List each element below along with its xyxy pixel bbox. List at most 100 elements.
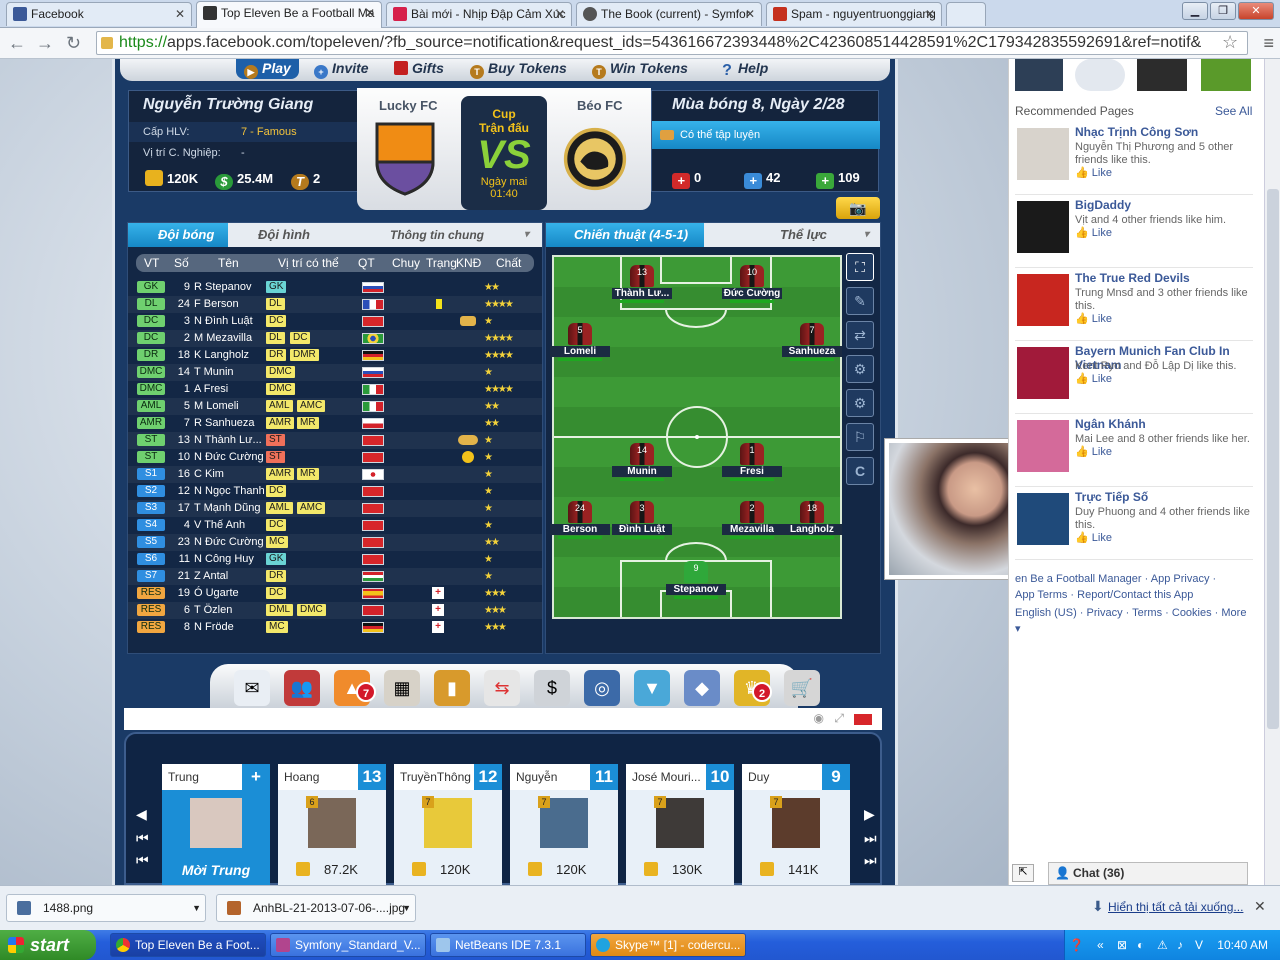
table-row[interactable]: DMC 1 A Fresi DMC ★★★★ [128, 381, 542, 398]
play-button[interactable]: ▶ Play [236, 59, 299, 79]
soccer-city-thumb[interactable] [1201, 59, 1251, 91]
table-row[interactable]: ST 13 N Thành Lư... ST ★ [128, 432, 542, 449]
recommended-page[interactable]: Nhạc Trịnh Công Sơn Nguyễn Thị Phương and… [1015, 122, 1253, 195]
minimize-icon[interactable]: ▁ [1182, 2, 1208, 20]
header-positions[interactable]: Vị trí có thể [278, 254, 339, 272]
player-name[interactable]: N Thành Lư... [194, 432, 264, 449]
mentality-tool-button[interactable]: ⚐ [846, 423, 874, 451]
table-row[interactable]: RES 19 Ó Ugarte DC + ★★★ [128, 585, 542, 602]
table-row[interactable]: S6 11 N Công Huy GK ★ [128, 551, 542, 568]
chevron-down-icon[interactable]: ▾ [864, 223, 869, 247]
reload-icon[interactable]: ↻ [66, 32, 81, 54]
chevron-down-icon[interactable]: ▼ [402, 895, 411, 921]
table-row[interactable]: S4 4 V Thế Anh DC ★ [128, 517, 542, 534]
friend-card[interactable]: Duy 9 7 141K [742, 764, 850, 887]
player-name[interactable]: V Thế Anh [194, 517, 264, 534]
tab-lineup[interactable]: Đội hình [234, 223, 310, 247]
pitch-player[interactable]: 2 Mezavilla [722, 501, 782, 539]
table-row[interactable]: DC 2 M Mezavilla DL DC ★★★★ [128, 330, 542, 347]
mail-icon[interactable]: ✉ [234, 670, 270, 706]
see-all-link[interactable]: See All [1215, 104, 1252, 118]
add-friend-icon[interactable]: + [242, 764, 270, 790]
vietnam-flag-icon[interactable] [854, 714, 872, 725]
recommended-page[interactable]: The True Red Devils Trung Mnsđ and 3 othe… [1015, 268, 1253, 341]
like-button[interactable]: 👍 Like [1075, 313, 1112, 325]
pitch-player[interactable]: 1 Fresi [722, 443, 782, 481]
first-icon[interactable]: ⏮ [136, 830, 149, 847]
header-status[interactable]: Trạng [426, 254, 457, 272]
table-row[interactable]: DL 24 F Berson DL ★★★★ [128, 296, 542, 313]
like-button[interactable]: 👍 Like [1075, 446, 1112, 458]
taskbar-item-netbeans[interactable]: NetBeans IDE 7.3.1 [430, 933, 586, 957]
page-avatar[interactable] [1017, 493, 1069, 545]
player-name[interactable]: A Fresi [194, 381, 264, 398]
table-row[interactable]: GK 9 R Stepanov GK ★★ [128, 279, 542, 296]
browser-tab-symfony[interactable]: The Book (current) - Symfor ✕ [576, 2, 762, 26]
finance-icon[interactable]: $ [534, 670, 570, 706]
tab-team[interactable]: Đội bóng [128, 223, 228, 247]
footer-line-3[interactable]: English (US) · Privacy · Terms · Cookies… [1015, 605, 1255, 637]
header-num[interactable]: Số [174, 254, 189, 272]
like-button[interactable]: 👍 Like [1075, 227, 1112, 239]
like-button[interactable]: 👍 Like [1075, 167, 1112, 179]
header-name[interactable]: Tên [218, 254, 239, 272]
pitch-player[interactable]: 24 Berson [550, 501, 610, 539]
captain-tool-button[interactable]: C [846, 457, 874, 485]
eye-icon[interactable]: ◉ [814, 711, 824, 725]
page-name[interactable]: The True Red Devils [1075, 271, 1190, 285]
camera-button[interactable]: 📷 [836, 197, 880, 219]
formation-tool-button[interactable]: ⛶ [846, 253, 874, 281]
close-icon[interactable]: ✕ [1254, 898, 1266, 915]
player-name[interactable]: N Đức Cường [194, 449, 264, 466]
player-name[interactable]: N Fröde [194, 619, 264, 636]
player-name[interactable]: T Munin [194, 364, 264, 381]
header-quality[interactable]: Chất [496, 254, 521, 272]
invite-button[interactable]: + Invite [314, 59, 369, 79]
page-name[interactable]: Trực Tiếp Số [1075, 490, 1148, 504]
taskbar-item-chrome[interactable]: Top Eleven Be a Foot... [110, 933, 266, 957]
next-icon[interactable]: ▶ [864, 806, 875, 823]
shop-icon[interactable]: 🛒 [784, 670, 820, 706]
chevron-down-icon[interactable]: ▾ [524, 223, 529, 247]
close-window-icon[interactable]: ✕ [1238, 2, 1274, 20]
kit-icon[interactable]: ▼ [634, 670, 670, 706]
fullscreen-icon[interactable]: ⤢ [834, 711, 844, 726]
player-name[interactable]: M Mezavilla [194, 330, 264, 347]
table-row[interactable]: S3 17 T Mạnh Dũng AML AMC ★ [128, 500, 542, 517]
last-icon[interactable]: ⏭ [864, 830, 877, 847]
player-name[interactable]: T Mạnh Dũng [194, 500, 264, 517]
warning-icon[interactable]: ⚠ [1157, 930, 1168, 960]
page-name[interactable]: BigDaddy [1075, 198, 1131, 212]
swap-tool-button[interactable]: ⇄ [846, 321, 874, 349]
recommended-page[interactable]: Ngân Khánh Mai Lee and 8 other friends li… [1015, 414, 1253, 487]
wrench-tool-button[interactable]: ✎ [846, 287, 874, 315]
page-avatar[interactable] [1017, 201, 1069, 253]
header-form[interactable]: KNĐ [456, 254, 481, 272]
settings-tool-button[interactable]: ⚙ [846, 355, 874, 383]
pitch-player[interactable]: 3 Đình Luật [612, 501, 672, 539]
pitch-player[interactable]: 14 Munin [612, 443, 672, 481]
speaker-icon[interactable]: ♪ [1177, 930, 1183, 960]
pitch-player[interactable]: 9 Stepanov [666, 561, 726, 599]
page-avatar[interactable] [1017, 347, 1069, 399]
back-icon[interactable]: ← [8, 32, 26, 54]
page-name[interactable]: Nhạc Trịnh Công Sơn [1075, 125, 1198, 139]
training-available[interactable]: Có thể tập luyện [652, 121, 880, 149]
scrollbar-thumb[interactable] [1267, 189, 1279, 729]
pitch[interactable]: 13 Thành Lư... 10 Đức Cường 5 Lomeli 7 Sanhueza… [550, 255, 842, 619]
recommended-page[interactable]: Trực Tiếp Số Duy Phuong and 4 other frien… [1015, 487, 1253, 560]
player-name[interactable]: C Kim [194, 466, 264, 483]
close-icon[interactable]: ✕ [175, 3, 185, 25]
close-icon[interactable]: ✕ [925, 3, 935, 25]
player-name[interactable]: Ó Ugarte [194, 585, 264, 602]
mu-thumb[interactable] [1137, 59, 1187, 91]
stadium-icon[interactable]: ◎ [584, 670, 620, 706]
chevron-down-icon[interactable]: ▼ [192, 895, 201, 921]
browser-tab-blog[interactable]: Bài mới - Nhịp Đập Cảm Xúc ✕ [386, 2, 572, 26]
player-name[interactable]: T Özlen [194, 602, 264, 619]
squad-icon[interactable]: 👥 [284, 670, 320, 706]
table-row[interactable]: AMR 7 R Sanhueza AMR MR ★★ [128, 415, 542, 432]
player-name[interactable]: N Công Huy [194, 551, 264, 568]
star-icon[interactable]: ☆ [1222, 32, 1238, 53]
page-avatar[interactable] [1017, 420, 1069, 472]
